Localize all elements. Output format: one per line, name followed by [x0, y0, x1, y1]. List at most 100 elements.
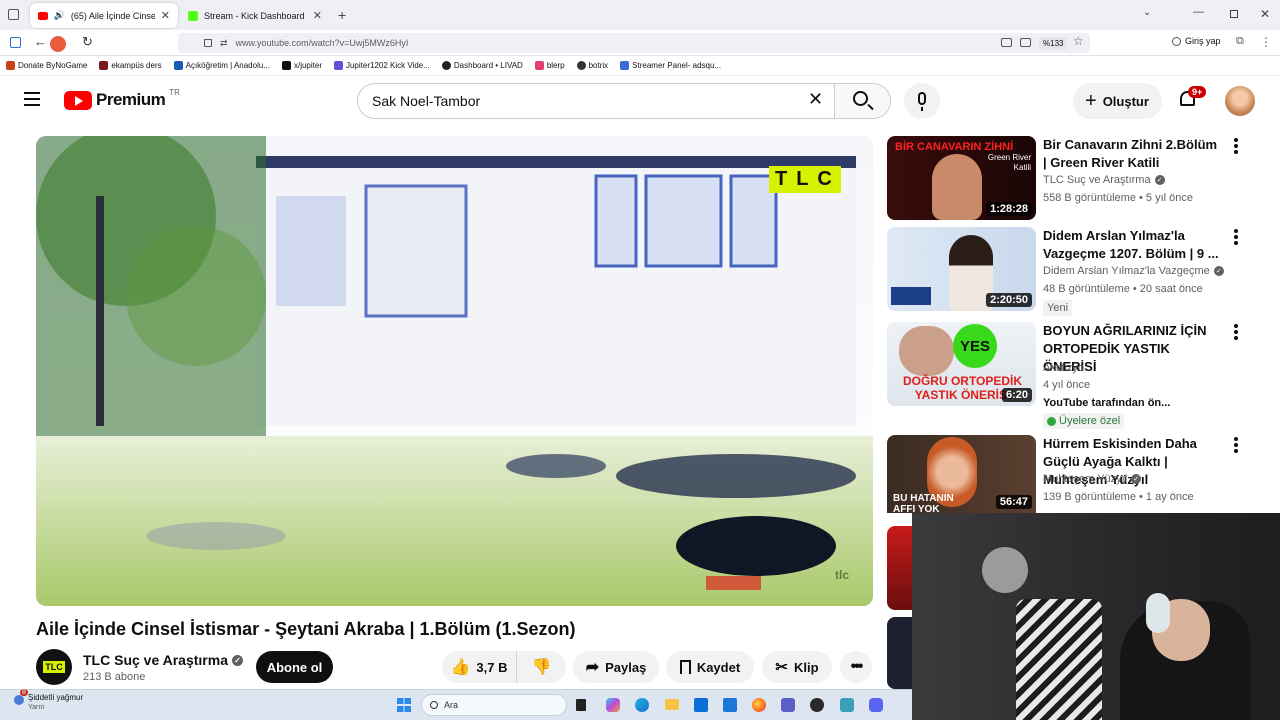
url-text[interactable]: www.youtube.com/watch?v=Uwj5MWz6HyI: [236, 38, 409, 48]
tab-youtube-video[interactable]: 🔊 (65) Aile İçinde Cinsel İstism ✕: [30, 3, 178, 28]
store-icon[interactable]: [694, 698, 708, 712]
duration-badge: 2:20:50: [986, 293, 1032, 307]
minimize-icon[interactable]: —: [1193, 6, 1204, 18]
recommendation-channel[interactable]: Aktifizyo: [1043, 362, 1084, 374]
signin-button[interactable]: Giriş yap: [1172, 36, 1221, 46]
new-tab-icon[interactable]: +: [338, 7, 346, 23]
task-view-icon[interactable]: [576, 699, 586, 711]
thumbnail-lower-third: [891, 287, 931, 305]
close-window-icon[interactable]: ✕: [1260, 7, 1270, 21]
discord-icon[interactable]: [869, 698, 883, 712]
more-vertical-icon[interactable]: [1233, 437, 1239, 455]
bookmark-item[interactable]: Donate ByNoGame: [0, 61, 93, 70]
speaker-icon[interactable]: 🔊: [54, 10, 65, 21]
chevron-down-icon[interactable]: ⌄: [1143, 7, 1151, 18]
search-button[interactable]: [834, 84, 890, 118]
recommendation-thumbnail[interactable]: 2:20:50: [887, 227, 1036, 311]
screenshot-icon[interactable]: [1001, 38, 1012, 47]
bookmark-item[interactable]: blerp: [529, 61, 571, 70]
weather-icon: 8: [14, 689, 28, 705]
close-icon[interactable]: ✕: [313, 9, 322, 22]
recommendation-title[interactable]: Didem Arslan Yılmaz'la Vazgeçme 1207. Bö…: [1043, 227, 1223, 263]
close-icon[interactable]: ✕: [161, 9, 170, 22]
channel-name[interactable]: TLC Suç ve Araştırma ✓: [83, 652, 243, 668]
recommendation-item[interactable]: BİR CANAVARIN ZİHNİ Green River Katili 1…: [887, 136, 1247, 222]
more-vertical-icon[interactable]: [1233, 229, 1239, 247]
firefox-icon[interactable]: [752, 698, 766, 712]
file-explorer-icon[interactable]: [665, 699, 679, 710]
more-vertical-icon[interactable]: [1233, 324, 1239, 342]
back-icon[interactable]: ←: [34, 34, 47, 49]
hanging-chair: [982, 547, 1028, 593]
windows-start-icon[interactable]: [397, 698, 411, 712]
youtube-favicon-icon: [38, 11, 48, 20]
recommendation-channel[interactable]: TLC Suç ve Araştırma ✓: [1043, 174, 1165, 186]
save-button[interactable]: Kaydet: [666, 651, 754, 683]
taskbar-search[interactable]: Ara: [421, 694, 567, 716]
thumbs-up-icon: 👍: [450, 659, 471, 676]
recommendation-thumbnail-partial[interactable]: [887, 617, 912, 689]
menu-icon[interactable]: ⋮: [1260, 35, 1272, 49]
obs-icon[interactable]: [810, 698, 824, 712]
search-box[interactable]: Sak Noel-Tambor ✕: [357, 83, 891, 119]
recommendation-channel[interactable]: Didem Arslan Yılmaz'la Vazgeçme ✓: [1043, 265, 1224, 277]
voice-search-button[interactable]: [904, 83, 940, 119]
recommendation-title[interactable]: Bir Canavarın Zihni 2.Bölüm | Green Rive…: [1043, 136, 1223, 172]
bookmark-item[interactable]: botrix: [571, 61, 615, 70]
app-icon[interactable]: [840, 698, 854, 712]
create-button[interactable]: + Oluştur: [1073, 83, 1162, 119]
recommendation-reason: YouTube tarafından ön...: [1043, 397, 1171, 409]
recommendation-item[interactable]: YES DOĞRU ORTOPEDİK YASTIK ÖNERİSİ 6:20 …: [887, 322, 1247, 429]
hamburger-menu-icon[interactable]: [24, 92, 40, 106]
pocket-icon[interactable]: [1020, 38, 1031, 47]
teams-icon[interactable]: [781, 698, 795, 712]
search-input[interactable]: Sak Noel-Tambor: [372, 93, 480, 109]
like-button[interactable]: 👍 3,7 B: [442, 651, 517, 683]
sidebar-toggle-icon[interactable]: [10, 37, 21, 48]
recommendation-item[interactable]: BU HATANIN AFFI YOK 56:47 Hürrem Eskisin…: [887, 435, 1247, 513]
bookmark-item[interactable]: Dashboard • LIVAD: [436, 61, 529, 70]
youtube-logo[interactable]: Premium TR: [64, 88, 180, 110]
reload-icon[interactable]: ↻: [82, 34, 93, 50]
notification-count: 9+: [1188, 86, 1207, 98]
zoom-level[interactable]: %133: [1039, 37, 1068, 50]
recommendation-thumbnail[interactable]: BİR CANAVARIN ZİHNİ Green River Katili 1…: [887, 136, 1036, 220]
subscribe-button[interactable]: Abone ol: [256, 651, 333, 683]
share-button[interactable]: ➦ Paylaş: [573, 651, 659, 683]
bookmark-item[interactable]: Jupiter1202 Kick Vide...: [328, 61, 436, 70]
bookmark-item[interactable]: x/jupiter: [276, 61, 328, 70]
address-bar[interactable]: ⇄ www.youtube.com/watch?v=Uwj5MWz6HyI: [178, 33, 1090, 53]
extensions-icon[interactable]: ⧉: [1236, 35, 1244, 48]
weather-widget[interactable]: 8 Şiddetli yağmur Yarın: [14, 689, 83, 711]
outlook-icon[interactable]: [723, 698, 737, 712]
permissions-icon[interactable]: ⇄: [220, 38, 228, 49]
plus-icon: +: [1085, 90, 1097, 112]
recommendation-thumbnail[interactable]: YES DOĞRU ORTOPEDİK YASTIK ÖNERİSİ 6:20: [887, 322, 1036, 406]
botrix-icon: [576, 61, 586, 70]
bookmark-item[interactable]: Streamer Panel- adsqu...: [614, 61, 727, 70]
tab-list-icon[interactable]: [8, 9, 19, 20]
recommendation-item[interactable]: 2:20:50 Didem Arslan Yılmaz'la Vazgeçme …: [887, 227, 1247, 316]
restore-icon[interactable]: [1230, 10, 1238, 18]
dislike-button[interactable]: 👎: [517, 651, 566, 683]
lock-icon: [204, 39, 212, 47]
recommendation-channel[interactable]: Muhteşem Yüzyıl ✓: [1043, 473, 1142, 485]
duration-badge: 56:47: [995, 495, 1032, 509]
more-vertical-icon[interactable]: [1233, 138, 1239, 156]
bookmark-item[interactable]: ekampüs ders: [93, 61, 167, 70]
share-icon: ➦: [585, 659, 600, 676]
copilot-icon[interactable]: [606, 698, 620, 712]
recommendation-thumbnail[interactable]: BU HATANIN AFFI YOK 56:47: [887, 435, 1036, 513]
tab-kick-dashboard[interactable]: Stream - Kick Dashboard ✕: [180, 3, 330, 28]
video-player[interactable]: TLC tlc: [36, 136, 873, 606]
clear-search-icon[interactable]: ✕: [808, 89, 823, 110]
star-icon[interactable]: ☆: [1073, 34, 1084, 48]
channel-avatar[interactable]: TLC: [36, 649, 72, 685]
clip-button[interactable]: ✂ Klip: [762, 651, 832, 683]
bookmark-item[interactable]: Açıköğretim | Anadolu...: [168, 61, 276, 70]
edge-icon[interactable]: [635, 698, 649, 712]
avatar[interactable]: [1225, 86, 1255, 116]
recommendation-thumbnail-partial[interactable]: [887, 526, 912, 610]
more-actions-button[interactable]: •••: [840, 651, 872, 683]
notifications-button[interactable]: 9+: [1178, 86, 1207, 113]
